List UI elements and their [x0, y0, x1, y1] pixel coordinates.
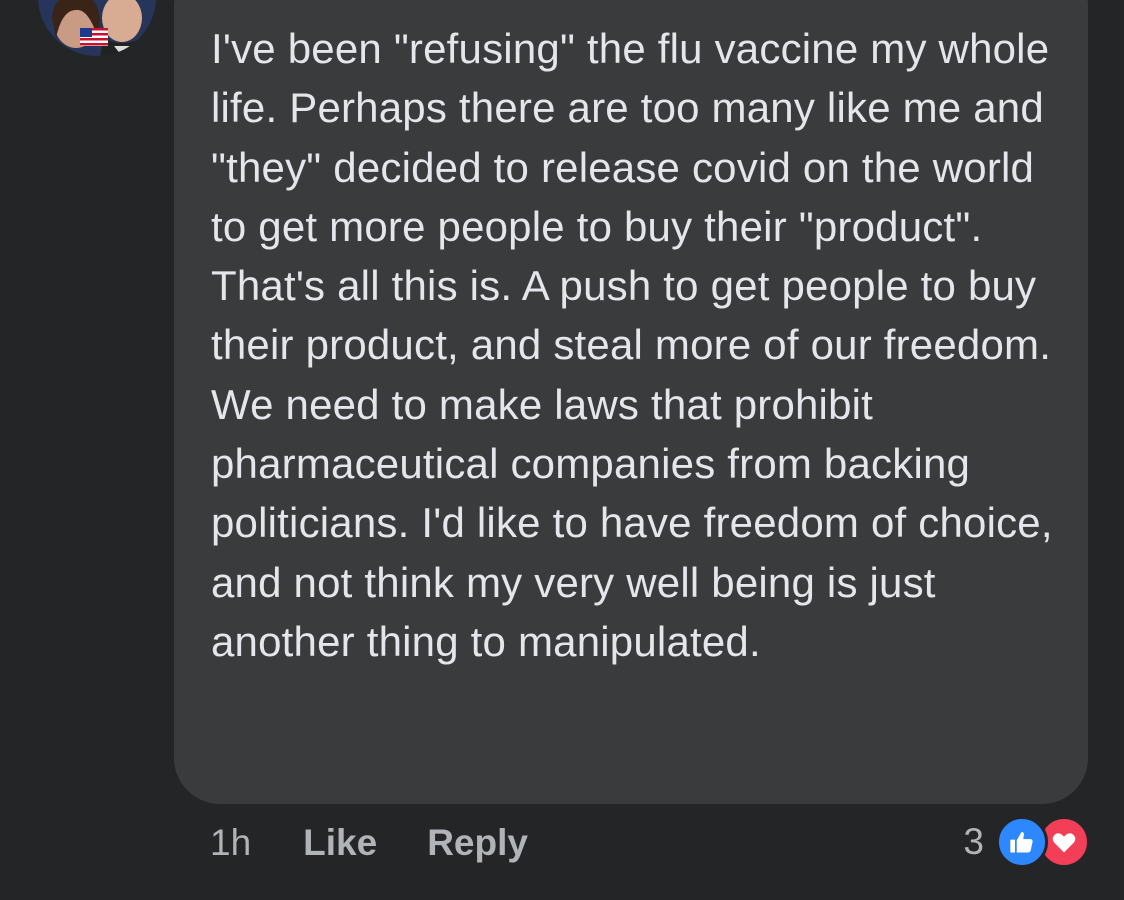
reaction-count: 3 [963, 821, 984, 862]
like-button[interactable]: Like [303, 822, 377, 864]
reactions-summary[interactable]: 3 [963, 816, 1090, 868]
comment-view: I've been "refusing" the flu vaccine my … [0, 0, 1124, 900]
avatar[interactable] [38, 0, 156, 56]
reply-button[interactable]: Reply [427, 822, 528, 864]
avatar-photo-icon [38, 0, 156, 56]
comment-text: I've been "refusing" the flu vaccine my … [211, 25, 1053, 665]
comment-timestamp[interactable]: 1h [210, 822, 251, 864]
comment-actions: 1h Like Reply [210, 818, 578, 868]
comment-bubble: I've been "refusing" the flu vaccine my … [174, 0, 1088, 804]
thumbs-up-icon [996, 816, 1048, 868]
